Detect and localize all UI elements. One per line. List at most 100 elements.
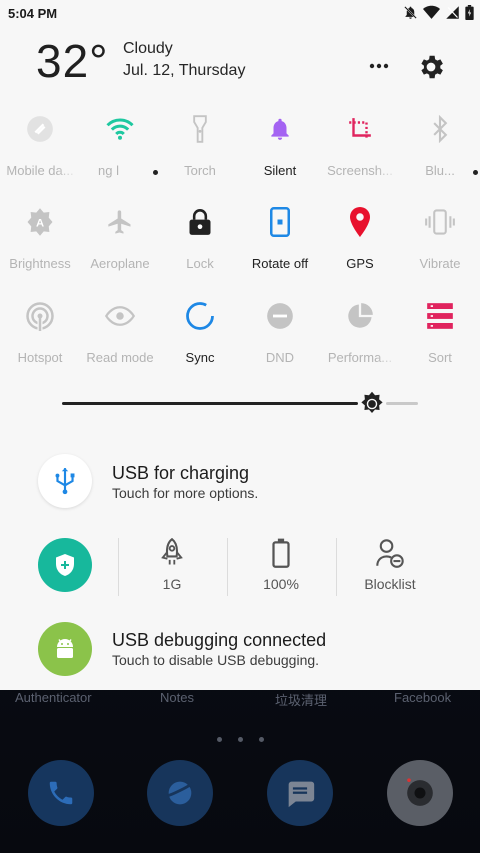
tile-label: Torch [184,163,216,178]
tile-label: Brightness [9,256,71,271]
tile-silent[interactable]: Silent [240,113,320,191]
tile-hotspot[interactable]: Hotspot [0,300,80,378]
battery-icon [465,5,474,20]
tool-battery[interactable]: 100% [227,536,335,596]
hotspot-icon [24,300,56,332]
tile-dnd[interactable]: DND [240,300,320,378]
tile-screenshot[interactable]: Screensh... [320,113,400,191]
app-label-authenticator[interactable]: Authenticator [15,690,92,705]
app-label-notes[interactable]: Notes [160,690,194,705]
tile-label: Mobile da... [6,163,74,178]
notification-shade: 5:04 PM 32° Cloudy Jul. 12, Thursday Mob… [0,0,480,690]
brightness-track-filled [62,402,358,405]
wifi-icon [423,5,440,19]
brightness-track-rest [386,402,418,405]
bell-icon [264,113,296,145]
more-icon[interactable] [366,54,392,78]
tile-brightness[interactable]: A Brightness [0,206,80,284]
status-time: 5:04 PM [8,6,58,21]
app-label-cleaner[interactable]: 垃圾清理 [275,690,327,709]
performance-icon [344,300,376,332]
shield-plus-icon[interactable] [38,538,92,592]
browser-icon[interactable] [147,760,213,826]
notification-title: USB debugging connected [112,630,327,650]
tool-label: Blocklist [364,576,416,592]
expand-dot [473,170,478,175]
status-bar: 5:04 PM [0,0,480,26]
tile-bluetooth[interactable]: Blu... [400,113,480,191]
page-dot [258,737,264,742]
usb-notification[interactable]: USB for charging Touch for more options. [0,452,480,512]
tile-label: ng l [98,163,119,178]
tile-label: Aeroplane [90,256,150,271]
tile-label: Hotspot [17,350,63,365]
tile-torch[interactable]: Torch [160,113,240,191]
page-indicator [0,729,480,747]
tile-read-mode[interactable]: Read mode [80,300,160,378]
tile-sync[interactable]: Sync [160,300,240,378]
tile-wifi[interactable]: ng l [80,113,160,191]
eye-icon [104,300,136,332]
tile-label: Sort [428,350,452,365]
tile-label: Screensh... [327,163,393,178]
dnd-icon [264,300,296,332]
bluetooth-icon [424,113,456,145]
status-icons [403,5,474,20]
messages-icon[interactable] [267,760,333,826]
tile-label: Sync [185,350,215,365]
tile-rotate[interactable]: Rotate off [240,206,320,284]
tile-sort[interactable]: Sort [400,300,480,378]
torch-icon [184,113,216,145]
camera-icon[interactable] [387,760,453,826]
gear-icon[interactable] [416,52,446,82]
tile-mobile-data[interactable]: Mobile da... [0,113,80,191]
tile-gps[interactable]: GPS [320,206,400,284]
tile-vibrate[interactable]: Vibrate [400,206,480,284]
tile-label: Silent [263,163,297,178]
dock [0,760,480,830]
tile-lock[interactable]: Lock [160,206,240,284]
tile-label: Rotate off [251,256,309,271]
vibrate-icon [424,206,456,238]
weather-temperature[interactable]: 32° [36,34,109,88]
tile-performance[interactable]: Performa... [320,300,400,378]
dnd-off-icon [404,6,417,19]
tile-label: Performa... [327,350,393,365]
rotate-icon [264,206,296,238]
tile-label: GPS [346,256,374,271]
mobile-data-icon [24,113,56,145]
tile-aeroplane[interactable]: Aeroplane [80,206,160,284]
tool-label: 1G [162,576,182,592]
expand-dot [153,170,158,175]
svg-text:A: A [36,217,44,229]
screenshot-icon [344,113,376,145]
wifi-icon [104,113,136,145]
page-dot [216,737,222,742]
person-block-icon [376,538,404,568]
tile-label: Blu... [425,163,455,178]
notification-subtitle: Touch to disable USB debugging. [112,652,320,668]
notification-title: USB for charging [112,463,250,483]
rocket-icon [158,538,186,568]
sort-icon [424,300,456,332]
no-signal-icon [446,6,459,19]
tool-label: 100% [263,576,299,592]
weather-condition: Cloudy [123,40,173,57]
aeroplane-icon [104,206,136,238]
weather-date: Jul. 12, Thursday [123,62,246,79]
lock-icon [184,206,216,238]
battery-outline-icon [267,538,295,568]
tools-row: 1G 100% Blocklist [0,536,480,598]
usb-debugging-notification[interactable]: USB debugging connected Touch to disable… [0,620,480,680]
brightness-thumb-icon[interactable] [358,390,386,418]
auto-brightness-icon: A [24,206,56,238]
brightness-slider[interactable] [62,390,418,418]
app-label-facebook[interactable]: Facebook [394,690,451,705]
home-app-labels: Authenticator Notes 垃圾清理 Facebook [0,690,480,710]
tool-boost[interactable]: 1G [118,536,226,596]
tool-blocklist[interactable]: Blocklist [336,536,444,596]
android-icon [38,622,92,676]
page-dot [237,737,243,742]
tile-label: Read mode [86,350,154,365]
phone-icon[interactable] [28,760,94,826]
